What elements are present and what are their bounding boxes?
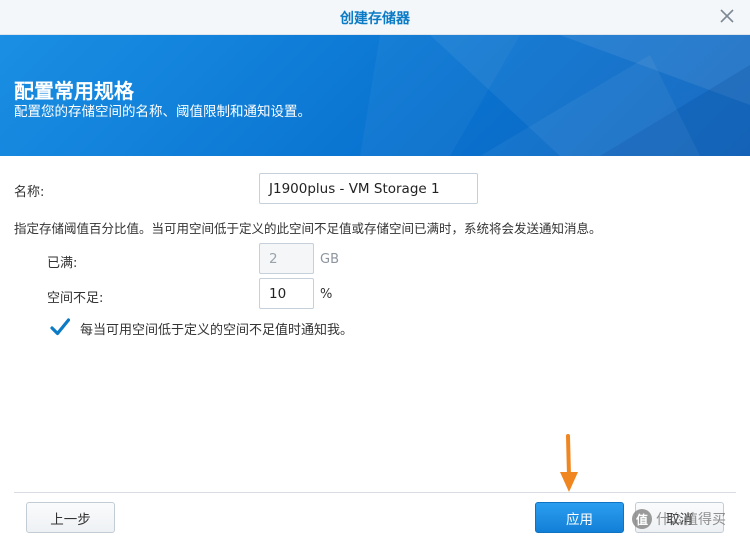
full-input: 2: [259, 243, 314, 274]
watermark-text: 什么值得买: [656, 512, 726, 528]
close-icon[interactable]: [718, 7, 736, 25]
arrow-down-icon: [560, 434, 578, 492]
dialog-title: 创建存储器: [340, 11, 410, 27]
watermark-badge: 值: [632, 509, 652, 529]
header-banner: 配置常用规格 配置您的存储空间的名称、阈值限制和通知设置。: [0, 35, 750, 156]
low-space-input[interactable]: 10: [259, 278, 314, 309]
name-input[interactable]: J1900plus - VM Storage 1: [259, 173, 478, 204]
notify-label[interactable]: 每当可用空间低于定义的空间不足值时通知我。: [80, 319, 353, 338]
low-space-label: 空间不足:: [47, 291, 104, 306]
footer-divider: [14, 492, 736, 493]
full-unit: GB: [320, 252, 339, 267]
low-space-unit: %: [320, 287, 333, 302]
dialog-titlebar: 创建存储器: [0, 0, 750, 35]
watermark: 值 什么值得买: [632, 509, 726, 529]
notify-checkbox[interactable]: [50, 317, 70, 337]
apply-button[interactable]: 应用: [535, 502, 624, 533]
back-button[interactable]: 上一步: [26, 502, 115, 533]
banner-subheading: 配置您的存储空间的名称、阈值限制和通知设置。: [14, 104, 311, 120]
name-label: 名称:: [14, 185, 45, 200]
threshold-description: 指定存储阈值百分比值。当可用空间低于定义的此空间不足值或存储空间已满时，系统将会…: [14, 221, 602, 236]
full-label: 已满:: [47, 256, 78, 271]
